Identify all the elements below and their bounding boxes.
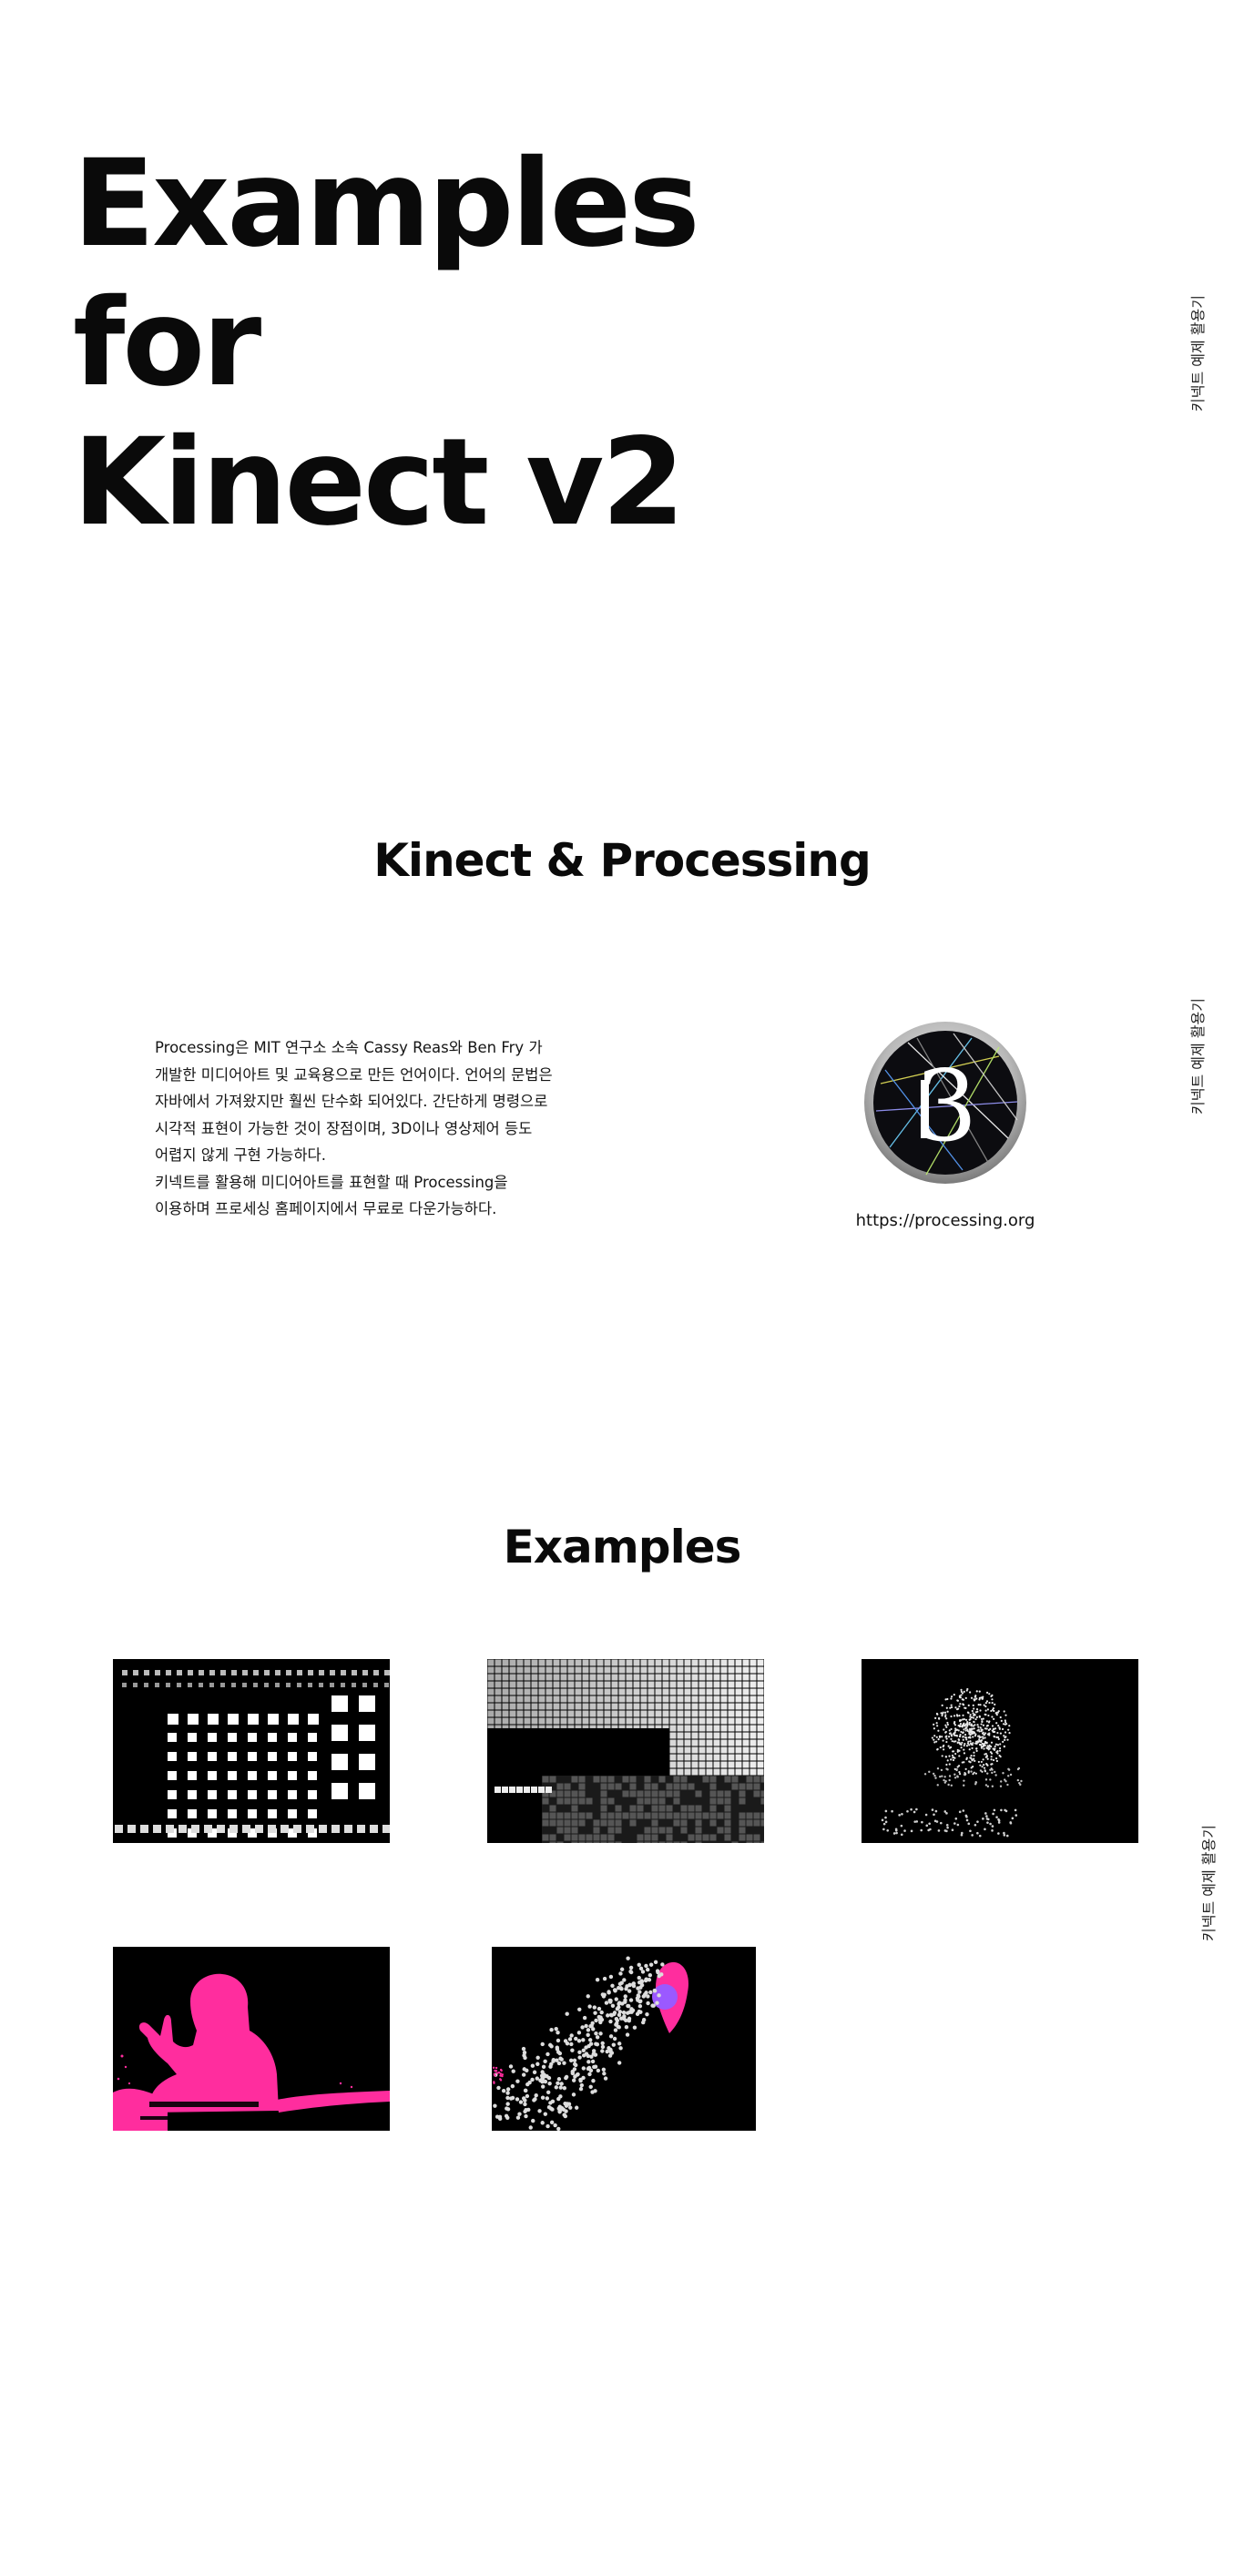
side-label-1: 키넥트 예제 활용기 <box>1189 295 1207 412</box>
intro-line: 개발한 미디어아트 및 교육용으로 만든 언어이다. 언어의 문법은 <box>155 1065 553 1084</box>
intro-line: 이용하며 프로세싱 홈페이지에서 무료로 다운가능하다. <box>155 1200 497 1217</box>
depth-mesh-example-thumbnail[interactable] <box>487 1659 764 1843</box>
hero-title-line-1: Examples <box>73 134 700 274</box>
intro-line: 자바에서 가져왔지만 훨씬 단수화 되어있다. 간단하게 명령으로 <box>155 1093 548 1110</box>
intro-line: 어렵지 않게 구현 가능하다. <box>155 1146 326 1164</box>
section-title-examples: Examples <box>503 1521 742 1573</box>
side-label-3: 키넥트 예제 활용기 <box>1200 1825 1218 1941</box>
processing-url-link[interactable]: https://processing.org <box>820 1211 1071 1230</box>
processing-logo-icon[interactable]: 3 <box>862 1020 1028 1186</box>
intro-line: Processing은 MIT 연구소 소속 Cassy Reas와 Ben F… <box>155 1039 543 1056</box>
hero-title: Examples for Kinect v2 <box>73 135 765 553</box>
hero-title-line-2: for <box>73 273 261 413</box>
point-cloud-example-thumbnail[interactable] <box>862 1659 1138 1843</box>
hero-title-line-3: Kinect v2 <box>73 412 685 553</box>
user-silhouette-example-thumbnail[interactable] <box>113 1947 390 2131</box>
particle-flow-example-thumbnail[interactable] <box>492 1947 756 2131</box>
intro-line: 키넥트를 활용해 미디어아트를 표현할 때 Processing을 <box>155 1173 508 1191</box>
side-label-2: 키넥트 예제 활용기 <box>1189 998 1207 1115</box>
depth-grid-example-thumbnail[interactable] <box>113 1659 390 1843</box>
section-title-kinect-processing: Kinect & Processing <box>373 834 872 887</box>
intro-line: 시각적 표현이 가능한 것이 장점이며, 3D이나 영상제어 등도 <box>155 1119 533 1137</box>
intro-paragraph: Processing은 MIT 연구소 소속 Cassy Reas와 Ben F… <box>155 1034 610 1223</box>
